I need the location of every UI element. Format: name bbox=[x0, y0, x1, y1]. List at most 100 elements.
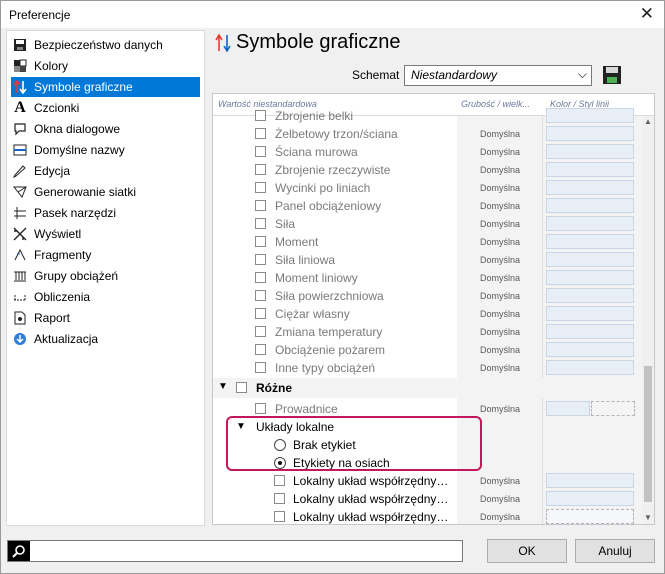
list-item[interactable]: Prowadnice Domyślna bbox=[213, 400, 642, 418]
sidebar-item-mesh[interactable]: Generowanie siatki bbox=[11, 182, 200, 202]
radio-axis-labels[interactable]: Etykiety na osiach bbox=[213, 454, 642, 472]
collapse-triangle-icon[interactable]: ▼ bbox=[236, 421, 246, 432]
radio-button[interactable] bbox=[274, 439, 286, 451]
sidebar-item-load-groups[interactable]: Grupy obciążeń bbox=[11, 266, 200, 286]
list-item[interactable]: Siła powierzchniowa Domyślna bbox=[213, 287, 642, 305]
list-item[interactable]: Wycinki po liniach Domyślna bbox=[213, 179, 642, 197]
thickness-cell[interactable]: Domyślna bbox=[480, 183, 520, 193]
checkbox[interactable] bbox=[255, 362, 266, 373]
color-cell[interactable] bbox=[546, 252, 634, 267]
checkbox[interactable] bbox=[255, 308, 266, 319]
thickness-cell[interactable]: Domyślna bbox=[480, 129, 520, 139]
thickness-cell[interactable]: Domyślna bbox=[480, 404, 520, 414]
sidebar-item-display[interactable]: Wyświetl bbox=[11, 224, 200, 244]
list-item[interactable]: Siła liniowa Domyślna bbox=[213, 251, 642, 269]
scroll-up-icon[interactable]: ▲ bbox=[644, 117, 652, 126]
thickness-cell[interactable]: Domyślna bbox=[480, 309, 520, 319]
color-cell[interactable] bbox=[546, 180, 634, 195]
thickness-cell[interactable]: Domyślna bbox=[480, 363, 520, 373]
list-item[interactable]: Moment Domyślna bbox=[213, 233, 642, 251]
color-cell[interactable] bbox=[546, 126, 634, 141]
sidebar-item-edit[interactable]: Edycja bbox=[11, 161, 200, 181]
color-cell[interactable] bbox=[546, 216, 634, 231]
thickness-cell[interactable]: Domyślna bbox=[480, 273, 520, 283]
sidebar-item-dialogs[interactable]: Okna dialogowe bbox=[11, 119, 200, 139]
list-item[interactable]: Lokalny układ współrzędnych z Domyślna bbox=[213, 508, 642, 524]
list-item[interactable]: Moment liniowy Domyślna bbox=[213, 269, 642, 287]
list-item[interactable]: Ściana murowa Domyślna bbox=[213, 143, 642, 161]
list-item[interactable]: Lokalny układ współrzędnych x Domyślna bbox=[213, 472, 642, 490]
checkbox[interactable] bbox=[255, 128, 266, 139]
sidebar-item-report[interactable]: Raport bbox=[11, 308, 200, 328]
radio-button[interactable] bbox=[274, 457, 286, 469]
thickness-cell[interactable]: Domyślna bbox=[480, 237, 520, 247]
thickness-cell[interactable]: Domyślna bbox=[480, 512, 520, 522]
list-item[interactable]: Inne typy obciążeń Domyślna bbox=[213, 359, 642, 377]
checkbox[interactable] bbox=[255, 218, 266, 229]
color-cell[interactable] bbox=[546, 401, 590, 416]
checkbox[interactable] bbox=[255, 326, 266, 337]
list-item[interactable]: Żelbetowy trzon/ściana Domyślna bbox=[213, 125, 642, 143]
grid-scrollbar[interactable]: ▲ ▼ bbox=[642, 116, 654, 524]
sidebar-item-calculations[interactable]: Obliczenia bbox=[11, 287, 200, 307]
color-cell[interactable] bbox=[546, 491, 634, 506]
thickness-cell[interactable]: Domyślna bbox=[480, 494, 520, 504]
ok-button[interactable]: OK bbox=[487, 539, 567, 563]
scroll-down-icon[interactable]: ▼ bbox=[644, 513, 652, 522]
checkbox[interactable] bbox=[255, 200, 266, 211]
checkbox[interactable] bbox=[255, 110, 266, 121]
color-cell[interactable] bbox=[546, 473, 634, 488]
cancel-button[interactable]: Anuluj bbox=[575, 539, 655, 563]
thickness-cell[interactable]: Domyślna bbox=[480, 201, 520, 211]
sidebar-item-graphic-symbols[interactable]: Symbole graficzne bbox=[11, 77, 200, 97]
list-item[interactable]: Obciążenie pożarem Domyślna bbox=[213, 341, 642, 359]
color-cell[interactable] bbox=[546, 306, 634, 321]
list-item[interactable]: Zmiana temperatury Domyślna bbox=[213, 323, 642, 341]
checkbox[interactable] bbox=[255, 290, 266, 301]
thickness-cell[interactable]: Domyślna bbox=[480, 147, 520, 157]
sidebar-item-fonts[interactable]: A Czcionki bbox=[11, 98, 200, 118]
thickness-cell[interactable]: Domyślna bbox=[480, 345, 520, 355]
thickness-cell[interactable]: Domyślna bbox=[480, 327, 520, 337]
list-item[interactable]: Ciężar własny Domyślna bbox=[213, 305, 642, 323]
thickness-cell[interactable]: Domyślna bbox=[480, 291, 520, 301]
sidebar-item-toolbar[interactable]: Pasek narzędzi bbox=[11, 203, 200, 223]
color-cell[interactable] bbox=[546, 288, 634, 303]
list-item[interactable]: Zbrojenie rzeczywiste Domyślna bbox=[213, 161, 642, 179]
scroll-thumb[interactable] bbox=[644, 366, 652, 502]
thickness-cell[interactable]: Domyślna bbox=[480, 255, 520, 265]
checkbox[interactable] bbox=[255, 182, 266, 193]
local-systems-row[interactable]: ▼ Układy lokalne bbox=[213, 418, 642, 436]
checkbox[interactable] bbox=[255, 272, 266, 283]
checkbox[interactable] bbox=[255, 146, 266, 157]
color-cell[interactable] bbox=[546, 509, 634, 524]
collapse-triangle-icon[interactable]: ▼ bbox=[218, 381, 228, 392]
checkbox[interactable] bbox=[274, 493, 285, 504]
checkbox[interactable] bbox=[255, 164, 266, 175]
sidebar-item-update[interactable]: Aktualizacja bbox=[11, 329, 200, 349]
schema-select[interactable]: Niestandardowy ⌵ bbox=[404, 65, 592, 86]
thickness-cell[interactable]: Domyślna bbox=[480, 476, 520, 486]
thickness-cell[interactable]: Domyślna bbox=[480, 219, 520, 229]
sidebar-item-colors[interactable]: Kolory bbox=[11, 56, 200, 76]
list-item[interactable]: Lokalny układ współrzędnych y Domyślna bbox=[213, 490, 642, 508]
save-icon[interactable] bbox=[602, 65, 622, 85]
sidebar-item-fragments[interactable]: Fragmenty bbox=[11, 245, 200, 265]
checkbox[interactable] bbox=[236, 382, 247, 393]
line-style-cell[interactable] bbox=[591, 401, 635, 416]
color-cell[interactable] bbox=[546, 324, 634, 339]
radio-no-labels[interactable]: Brak etykiet bbox=[213, 436, 642, 454]
list-item[interactable]: Zbrojenie belki bbox=[213, 107, 642, 125]
color-cell[interactable] bbox=[546, 234, 634, 249]
color-cell[interactable] bbox=[546, 270, 634, 285]
color-cell[interactable] bbox=[546, 108, 634, 123]
color-cell[interactable] bbox=[546, 360, 634, 375]
checkbox[interactable] bbox=[255, 344, 266, 355]
sidebar-item-default-names[interactable]: Domyślne nazwy bbox=[11, 140, 200, 160]
group-row-rozne[interactable]: ▼ Różne bbox=[213, 378, 642, 398]
checkbox[interactable] bbox=[274, 511, 285, 522]
color-cell[interactable] bbox=[546, 144, 634, 159]
checkbox[interactable] bbox=[274, 475, 285, 486]
checkbox[interactable] bbox=[255, 403, 266, 414]
close-icon[interactable]: ✕ bbox=[640, 4, 654, 24]
